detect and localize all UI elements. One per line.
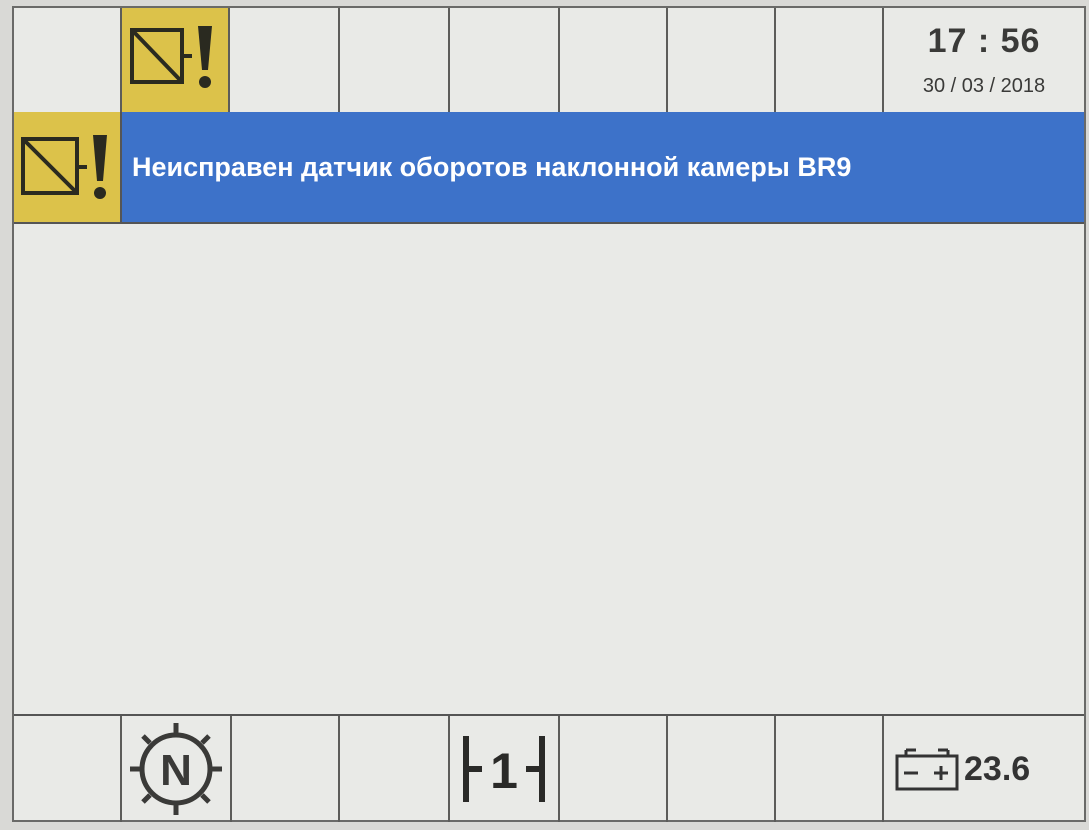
battery-panel: 23.6 (884, 716, 1084, 822)
top-slot-8[interactable] (776, 8, 884, 112)
main-content-area (14, 224, 1084, 714)
display-screen: 17 : 56 30 / 03 / 2018 Неисправен датчик… (12, 6, 1086, 822)
top-slot-4[interactable] (340, 8, 450, 112)
alert-icon-box (14, 112, 122, 222)
gear-range-icon: 1 (463, 736, 545, 802)
battery-icon (895, 748, 959, 791)
top-status-bar: 17 : 56 30 / 03 / 2018 (14, 8, 1084, 114)
clock-time: 17 : 56 (927, 22, 1041, 60)
neutral-gear-icon: N (130, 723, 222, 815)
bottom-slot-3[interactable] (232, 716, 340, 822)
clock-date: 30 / 03 / 2018 (922, 75, 1046, 97)
bottom-slot-1[interactable] (14, 716, 122, 822)
bottom-status-bar: N 1 23.6 (14, 714, 1084, 822)
sensor-fault-icon (21, 135, 107, 199)
bottom-slot-4[interactable] (340, 716, 450, 822)
top-slot-1[interactable] (14, 8, 122, 112)
top-slot-3[interactable] (230, 8, 340, 112)
bottom-slot-gear[interactable]: 1 (450, 716, 560, 822)
alert-banner[interactable]: Неисправен датчик оборотов наклонной кам… (14, 112, 1084, 224)
bottom-slot-8[interactable] (776, 716, 884, 822)
top-slot-7[interactable] (668, 8, 776, 112)
sensor-fault-icon (130, 26, 212, 88)
top-slot-6[interactable] (560, 8, 668, 112)
bottom-slot-neutral[interactable]: N (122, 716, 232, 822)
battery-voltage: 23.6 (964, 749, 1031, 788)
gear-label: 1 (490, 743, 518, 799)
top-slot-sensor-fault[interactable] (122, 8, 230, 112)
bottom-slot-7[interactable] (668, 716, 776, 822)
top-slot-5[interactable] (450, 8, 560, 112)
bottom-slot-6[interactable] (560, 716, 668, 822)
neutral-label: N (160, 746, 192, 795)
alert-message: Неисправен датчик оборотов наклонной кам… (122, 112, 1084, 222)
clock-panel: 17 : 56 30 / 03 / 2018 (884, 8, 1084, 112)
